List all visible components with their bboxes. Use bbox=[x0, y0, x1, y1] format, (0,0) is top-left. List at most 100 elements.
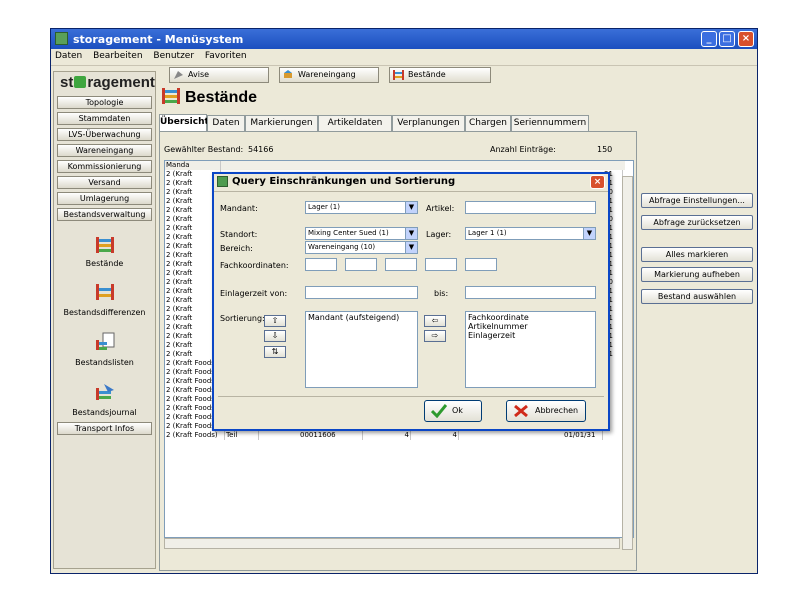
avise-icon bbox=[174, 71, 183, 79]
menu-benutzer[interactable]: Benutzer bbox=[149, 49, 198, 63]
table-vertical-scrollbar[interactable] bbox=[622, 176, 633, 550]
minimize-button[interactable]: _ bbox=[701, 31, 717, 47]
choose-stock-button[interactable]: Bestand auswählen bbox=[641, 289, 753, 304]
table-horizontal-scrollbar[interactable] bbox=[164, 538, 620, 549]
dialog-title: Query Einschränkungen und Sortierung bbox=[232, 176, 456, 187]
maximize-button[interactable]: □ bbox=[719, 31, 735, 47]
fach-input-3[interactable] bbox=[385, 258, 417, 271]
checkmark-icon bbox=[431, 404, 447, 418]
unmark-button[interactable]: Markierung aufheben bbox=[641, 267, 753, 282]
menu-daten[interactable]: Daten bbox=[51, 49, 86, 63]
lager-label: Lager: bbox=[426, 230, 452, 239]
move-down-button[interactable]: ⇩ bbox=[264, 330, 286, 342]
mandant-select[interactable]: Lager (1) ▼ bbox=[305, 201, 418, 214]
einlagerzeit-to-input[interactable] bbox=[465, 286, 596, 299]
nav-transport-infos[interactable]: Transport Infos bbox=[57, 422, 152, 435]
dialog-divider bbox=[218, 396, 604, 397]
table-row[interactable]: 2 (Kraft Foods)Teil000116064401/01/31 bbox=[165, 431, 625, 440]
bestandsjournal-icon[interactable] bbox=[94, 382, 116, 402]
window-title: storagement - Menüsystem bbox=[73, 33, 244, 46]
fach-input-5[interactable] bbox=[465, 258, 497, 271]
tab-markierungen[interactable]: Markierungen bbox=[245, 115, 318, 131]
nav-umlagerung[interactable]: Umlagerung bbox=[57, 192, 152, 205]
nav-bestaende-label[interactable]: Bestände bbox=[57, 259, 152, 268]
chevron-down-icon: ▼ bbox=[405, 202, 417, 213]
menu-bar: Daten Bearbeiten Benutzer Favoriten bbox=[51, 49, 757, 66]
nav-stammdaten[interactable]: Stammdaten bbox=[57, 112, 152, 125]
tab-artikeldaten[interactable]: Artikeldaten bbox=[318, 115, 392, 131]
tab-seriennummern[interactable]: Seriennummern bbox=[511, 115, 589, 131]
nav-topologie[interactable]: Topologie bbox=[57, 96, 152, 109]
remove-sort-button[interactable]: ⇨ bbox=[424, 330, 446, 342]
move-up-button[interactable]: ⇧ bbox=[264, 315, 286, 327]
app-icon bbox=[55, 32, 68, 45]
list-item[interactable]: Artikelnummer bbox=[468, 322, 593, 331]
list-item[interactable]: Einlagerzeit bbox=[468, 331, 593, 340]
select-all-button[interactable]: Alles markieren bbox=[641, 247, 753, 262]
mandant-label: Mandant: bbox=[220, 204, 258, 213]
dialog-title-bar: Query Einschränkungen und Sortierung × bbox=[214, 174, 608, 192]
tab-chargen[interactable]: Chargen bbox=[465, 115, 511, 131]
standort-select[interactable]: Mixing Center Sued (1) ▼ bbox=[305, 227, 418, 240]
page-title: Bestände bbox=[161, 87, 257, 107]
bereich-label: Bereich: bbox=[220, 244, 253, 253]
toggle-order-button[interactable]: ⇅ bbox=[264, 346, 286, 358]
fachkoordinaten-label: Fachkoordinaten: bbox=[220, 261, 289, 270]
nav-versand[interactable]: Versand bbox=[57, 176, 152, 189]
column-header[interactable]: Manda bbox=[165, 161, 221, 170]
artikel-label: Artikel: bbox=[426, 204, 455, 213]
selected-stock-label: Gewählter Bestand: bbox=[164, 145, 244, 154]
add-sort-button[interactable]: ⇦ bbox=[424, 315, 446, 327]
wareneingang-icon bbox=[284, 70, 292, 78]
nav-kommissionierung[interactable]: Kommissionierung bbox=[57, 160, 152, 173]
sort-selected-list[interactable]: Mandant (aufsteigend) bbox=[305, 311, 418, 388]
sort-available-list[interactable]: Fachkoordinate Artikelnummer Einlagerzei… bbox=[465, 311, 596, 388]
wareneingang-button[interactable]: Wareneingang bbox=[279, 67, 379, 83]
tab-uebersicht[interactable]: Übersicht bbox=[159, 114, 209, 132]
query-dialog: Query Einschränkungen und Sortierung × M… bbox=[212, 172, 610, 431]
menu-bearbeiten[interactable]: Bearbeiten bbox=[89, 49, 146, 63]
close-button[interactable]: × bbox=[738, 31, 754, 47]
fach-input-4[interactable] bbox=[425, 258, 457, 271]
bis-label: bis: bbox=[434, 289, 449, 298]
page-title-icon bbox=[162, 88, 180, 104]
table-cell: 2 (Kraft Foods) bbox=[165, 431, 225, 440]
list-item[interactable]: Fachkoordinate bbox=[468, 313, 593, 322]
chevron-down-icon: ▼ bbox=[405, 228, 417, 239]
einlagerzeit-label: Einlagerzeit von: bbox=[220, 289, 288, 298]
fach-input-1[interactable] bbox=[305, 258, 337, 271]
dialog-close-button[interactable]: × bbox=[590, 175, 605, 189]
einlagerzeit-from-input[interactable] bbox=[305, 286, 418, 299]
nav-bestandsdifferenzen-label[interactable]: Bestandsdifferenzen bbox=[57, 308, 152, 317]
selected-stock-value: 54166 bbox=[248, 145, 274, 154]
title-bar: storagement - Menüsystem _ □ × bbox=[51, 29, 757, 49]
artikel-input[interactable] bbox=[465, 201, 596, 214]
avise-button[interactable]: Avise bbox=[169, 67, 269, 83]
query-settings-button[interactable]: Abfrage Einstellungen... bbox=[641, 193, 753, 208]
reset-query-button[interactable]: Abfrage zurücksetzen bbox=[641, 215, 753, 230]
menu-favoriten[interactable]: Favoriten bbox=[201, 49, 251, 63]
cancel-button[interactable]: Abbrechen bbox=[506, 400, 586, 422]
lager-select[interactable]: Lager 1 (1) ▼ bbox=[465, 227, 596, 240]
standort-label: Standort: bbox=[220, 230, 258, 239]
ok-button[interactable]: Ok bbox=[424, 400, 482, 422]
chevron-down-icon: ▼ bbox=[583, 228, 595, 239]
nav-wareneingang[interactable]: Wareneingang bbox=[57, 144, 152, 157]
nav-bestandsverwaltung[interactable]: Bestandsverwaltung bbox=[57, 208, 152, 221]
nav-lvs-ueberwachung[interactable]: LVS-Überwachung bbox=[57, 128, 152, 141]
bestandslisten-icon[interactable] bbox=[94, 332, 116, 352]
table-header-row: Manda bbox=[165, 161, 625, 170]
list-item[interactable]: Mandant (aufsteigend) bbox=[308, 313, 415, 322]
tab-daten[interactable]: Daten bbox=[207, 115, 245, 131]
bereich-select[interactable]: Wareneingang (10) ▼ bbox=[305, 241, 418, 254]
chevron-down-icon: ▼ bbox=[405, 242, 417, 253]
bestandsdifferenzen-icon[interactable] bbox=[94, 282, 116, 302]
bestaende-icon[interactable] bbox=[94, 235, 116, 255]
fach-input-2[interactable] bbox=[345, 258, 377, 271]
bestaende-button[interactable]: Bestände bbox=[389, 67, 491, 83]
app-logo: st ragement bbox=[60, 74, 155, 91]
nav-bestandsjournal-label[interactable]: Bestandsjournal bbox=[57, 408, 152, 417]
tab-verplanungen[interactable]: Verplanungen bbox=[392, 115, 465, 131]
entry-count-label: Anzahl Einträge: bbox=[490, 145, 556, 154]
nav-bestandslisten-label[interactable]: Bestandslisten bbox=[57, 358, 152, 367]
